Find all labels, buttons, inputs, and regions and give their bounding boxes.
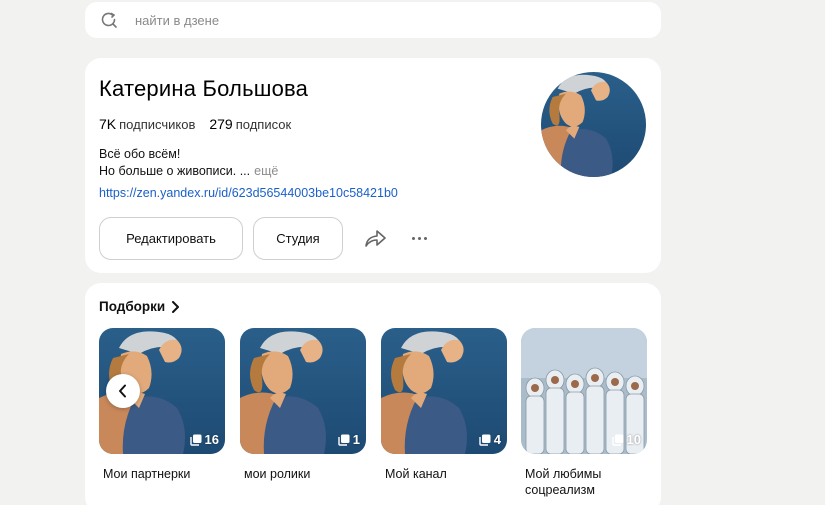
- collection-card[interactable]: 1 мои ролики: [240, 328, 366, 482]
- subscriptions-label[interactable]: подписок: [236, 117, 291, 132]
- chevron-left-icon: [119, 384, 126, 398]
- collection-thumbnail: 1: [240, 328, 366, 454]
- collection-count: 1: [338, 432, 360, 447]
- search-input[interactable]: [135, 10, 635, 30]
- collection-caption: Мой канал: [385, 467, 447, 481]
- profile-url-link[interactable]: https://zen.yandex.ru/id/623d56544003be1…: [99, 186, 398, 200]
- subscriptions-count[interactable]: 279: [209, 116, 232, 132]
- collection-card[interactable]: 10 Мой любимы соцреализм: [521, 328, 647, 498]
- chevron-right-icon: [172, 300, 180, 313]
- collections-title-text: Подборки: [99, 299, 166, 314]
- collection-caption: Мои партнерки: [103, 467, 191, 481]
- profile-stats: 7K подписчиков 279 подписок: [99, 116, 291, 132]
- stack-icon: [189, 434, 202, 446]
- search-bar[interactable]: [85, 2, 661, 38]
- collection-count: 4: [479, 432, 501, 447]
- collection-count: 10: [611, 432, 641, 447]
- collection-caption: Мой любимы соцреализм: [525, 467, 602, 497]
- more-dots-icon[interactable]: [407, 226, 431, 250]
- carousel-prev-button[interactable]: [106, 374, 140, 408]
- bio-line-1: Всё обо всём!: [99, 147, 181, 161]
- collections-title[interactable]: Подборки: [99, 299, 181, 314]
- stack-icon: [338, 434, 350, 446]
- profile-bio: Всё обо всём! Но больше о живописи. ... е…: [99, 146, 278, 180]
- profile-name: Катерина Большова: [99, 76, 309, 101]
- collections-section: Подборки 16 Мои партнерки 1 мои ролики 4…: [85, 283, 661, 505]
- studio-button[interactable]: Студия: [253, 217, 343, 260]
- stack-icon: [479, 434, 491, 446]
- collection-thumbnail: 4: [381, 328, 507, 454]
- edit-profile-button[interactable]: Редактировать: [99, 217, 243, 260]
- profile-card: Катерина Большова 7K подписчиков 279 под…: [85, 58, 661, 273]
- avatar: [541, 72, 646, 177]
- search-icon: [101, 12, 117, 28]
- collection-caption: мои ролики: [244, 467, 311, 481]
- share-icon[interactable]: [362, 225, 388, 251]
- collection-thumbnail: 10: [521, 328, 647, 454]
- collection-count: 16: [189, 432, 219, 447]
- bio-more-link[interactable]: ещё: [254, 164, 278, 178]
- stack-icon: [611, 434, 624, 446]
- subscribers-count[interactable]: 7K: [99, 116, 116, 132]
- bio-line-2: Но больше о живописи. ...: [99, 164, 251, 178]
- subscribers-label[interactable]: подписчиков: [119, 117, 195, 132]
- collection-card[interactable]: 4 Мой канал: [381, 328, 507, 482]
